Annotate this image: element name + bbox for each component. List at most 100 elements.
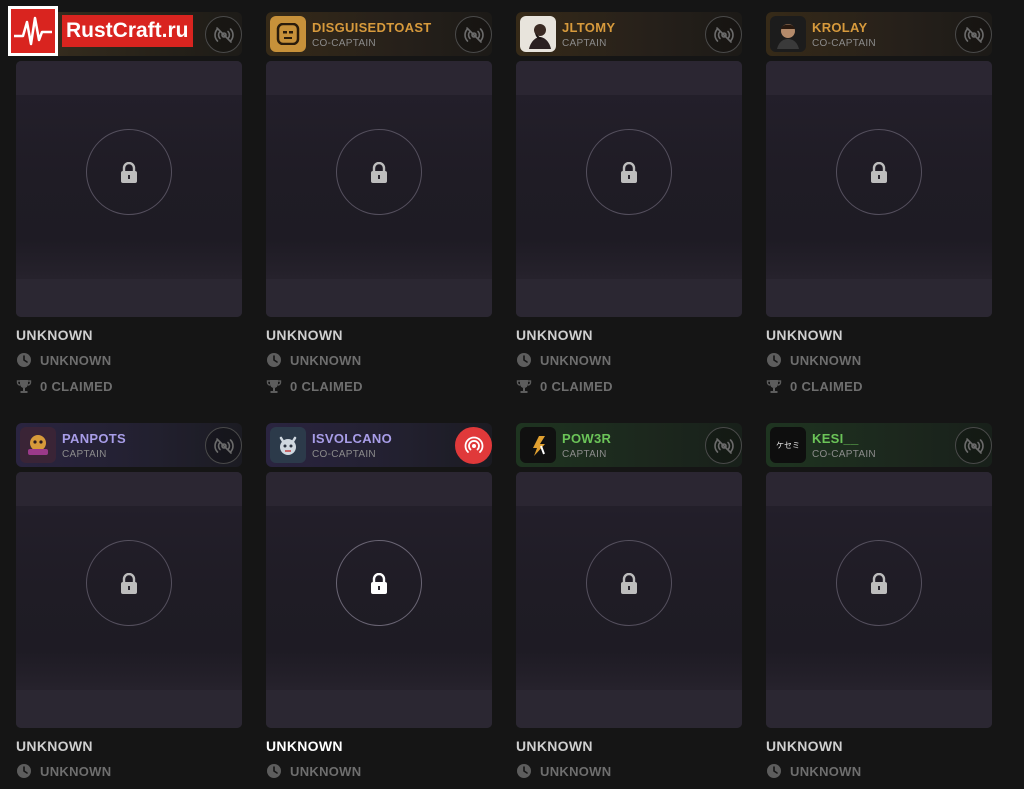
clock-icon bbox=[267, 353, 281, 367]
streamer-name: KESI__ bbox=[812, 430, 859, 446]
streamer-card[interactable]: CAPTAIN UNKNOWN UNKNOWN 0 CLAIMED bbox=[16, 12, 242, 394]
clock-icon bbox=[17, 764, 31, 778]
claimed-row: 0 CLAIMED bbox=[16, 378, 242, 394]
avatar bbox=[270, 16, 306, 52]
card-title: UNKNOWN bbox=[16, 327, 93, 343]
avatar bbox=[520, 427, 556, 463]
streamer-card[interactable]: POW3R CAPTAIN UNKNOWN UNKNOWN bbox=[516, 423, 742, 789]
broadcast-off-icon[interactable] bbox=[705, 427, 742, 464]
streamer-card[interactable]: ISVOLCANO CO-CAPTAIN UNKNOWN UNKNOWN bbox=[266, 423, 492, 789]
streamer-role: CAPTAIN bbox=[562, 448, 607, 460]
locked-thumbnail[interactable] bbox=[516, 61, 742, 317]
pulse-logo-icon bbox=[8, 6, 58, 56]
lock-icon bbox=[836, 540, 922, 626]
clock-icon bbox=[17, 353, 31, 367]
broadcast-off-icon[interactable] bbox=[705, 16, 742, 53]
lock-icon bbox=[86, 540, 172, 626]
trophy-icon bbox=[16, 380, 32, 393]
card-title: UNKNOWN bbox=[766, 327, 843, 343]
streamer-name: ISVOLCANO bbox=[312, 430, 392, 446]
streamer-header: DISGUISEDTOAST CO-CAPTAIN bbox=[266, 12, 492, 56]
time-row: UNKNOWN bbox=[266, 763, 492, 779]
clock-icon bbox=[767, 764, 781, 778]
lock-icon bbox=[586, 540, 672, 626]
streamer-role: CO-CAPTAIN bbox=[312, 37, 376, 49]
time-row: UNKNOWN bbox=[266, 352, 492, 368]
claimed-text: 0 CLAIMED bbox=[290, 378, 363, 394]
streamer-info: DISGUISEDTOAST CO-CAPTAIN bbox=[312, 20, 432, 49]
streamer-header: POW3R CAPTAIN bbox=[516, 423, 742, 467]
streamer-header: PANPOTS CAPTAIN bbox=[16, 423, 242, 467]
streamer-role: CAPTAIN bbox=[562, 37, 607, 49]
streamer-header: ケセミ KESI__ CO-CAPTAIN bbox=[766, 423, 992, 467]
clock-icon bbox=[267, 764, 281, 778]
time-text: UNKNOWN bbox=[540, 352, 612, 368]
card-title: UNKNOWN bbox=[766, 738, 843, 754]
streamer-header: JLTOMY CAPTAIN bbox=[516, 12, 742, 56]
clock-icon bbox=[517, 764, 531, 778]
streamer-name: JLTOMY bbox=[562, 19, 616, 35]
streamer-card[interactable]: JLTOMY CAPTAIN UNKNOWN UNKNOWN 0 CLAIMED bbox=[516, 12, 742, 394]
avatar bbox=[520, 16, 556, 52]
time-text: UNKNOWN bbox=[40, 352, 112, 368]
streamer-info: KROLAY CO-CAPTAIN bbox=[812, 20, 876, 49]
time-text: UNKNOWN bbox=[790, 763, 862, 779]
streamer-card[interactable]: KROLAY CO-CAPTAIN UNKNOWN UNKNOWN 0 CLAI… bbox=[766, 12, 992, 394]
card-title: UNKNOWN bbox=[516, 327, 593, 343]
streamer-card[interactable]: PANPOTS CAPTAIN UNKNOWN UNKNOWN bbox=[16, 423, 242, 789]
card-title: UNKNOWN bbox=[266, 327, 343, 343]
claimed-text: 0 CLAIMED bbox=[540, 378, 613, 394]
time-row: UNKNOWN bbox=[16, 352, 242, 368]
site-logo[interactable]: RustCraft.ru bbox=[8, 6, 208, 56]
locked-thumbnail[interactable] bbox=[16, 61, 242, 317]
streamer-name: POW3R bbox=[562, 430, 612, 446]
streamer-name: PANPOTS bbox=[62, 430, 126, 446]
svg-text:ケセミ: ケセミ bbox=[776, 441, 800, 450]
locked-thumbnail[interactable] bbox=[16, 472, 242, 728]
streamer-role: CO-CAPTAIN bbox=[312, 448, 376, 460]
trophy-icon bbox=[266, 380, 282, 393]
streamer-info: POW3R CAPTAIN bbox=[562, 431, 611, 460]
streamer-info: JLTOMY CAPTAIN bbox=[562, 20, 615, 49]
locked-thumbnail[interactable] bbox=[266, 472, 492, 728]
lock-icon bbox=[836, 129, 922, 215]
time-text: UNKNOWN bbox=[540, 763, 612, 779]
time-row: UNKNOWN bbox=[16, 763, 242, 779]
clock-icon bbox=[767, 353, 781, 367]
claimed-text: 0 CLAIMED bbox=[790, 378, 863, 394]
broadcast-off-icon[interactable] bbox=[455, 16, 492, 53]
streamer-card[interactable]: ケセミ KESI__ CO-CAPTAIN UNKNOWN UNKNOWN bbox=[766, 423, 992, 789]
time-row: UNKNOWN bbox=[516, 352, 742, 368]
claimed-row: 0 CLAIMED bbox=[516, 378, 742, 394]
broadcast-off-icon[interactable] bbox=[955, 16, 992, 53]
trophy-icon bbox=[516, 380, 532, 393]
broadcast-off-icon[interactable] bbox=[205, 16, 242, 53]
lock-icon bbox=[336, 540, 422, 626]
logo-text: RustCraft.ru bbox=[62, 15, 193, 47]
time-text: UNKNOWN bbox=[290, 763, 362, 779]
streamer-card[interactable]: DISGUISEDTOAST CO-CAPTAIN UNKNOWN UNKNOW… bbox=[266, 12, 492, 394]
streamer-info: KESI__ CO-CAPTAIN bbox=[812, 431, 876, 460]
locked-thumbnail[interactable] bbox=[516, 472, 742, 728]
locked-thumbnail[interactable] bbox=[766, 61, 992, 317]
locked-thumbnail[interactable] bbox=[266, 61, 492, 317]
broadcast-off-icon[interactable] bbox=[955, 427, 992, 464]
time-row: UNKNOWN bbox=[766, 763, 992, 779]
streamer-role: CO-CAPTAIN bbox=[812, 37, 876, 49]
clock-icon bbox=[517, 353, 531, 367]
lock-icon bbox=[86, 129, 172, 215]
lock-icon bbox=[586, 129, 672, 215]
card-title: UNKNOWN bbox=[266, 738, 343, 754]
time-text: UNKNOWN bbox=[290, 352, 362, 368]
streamer-info: ISVOLCANO CO-CAPTAIN bbox=[312, 431, 392, 460]
time-text: UNKNOWN bbox=[790, 352, 862, 368]
avatar: ケセミ bbox=[770, 427, 806, 463]
claimed-row: 0 CLAIMED bbox=[766, 378, 992, 394]
claimed-text: 0 CLAIMED bbox=[40, 378, 113, 394]
broadcast-icon[interactable] bbox=[455, 427, 492, 464]
time-row: UNKNOWN bbox=[516, 763, 742, 779]
time-row: UNKNOWN bbox=[766, 352, 992, 368]
broadcast-off-icon[interactable] bbox=[205, 427, 242, 464]
lock-icon bbox=[336, 129, 422, 215]
locked-thumbnail[interactable] bbox=[766, 472, 992, 728]
